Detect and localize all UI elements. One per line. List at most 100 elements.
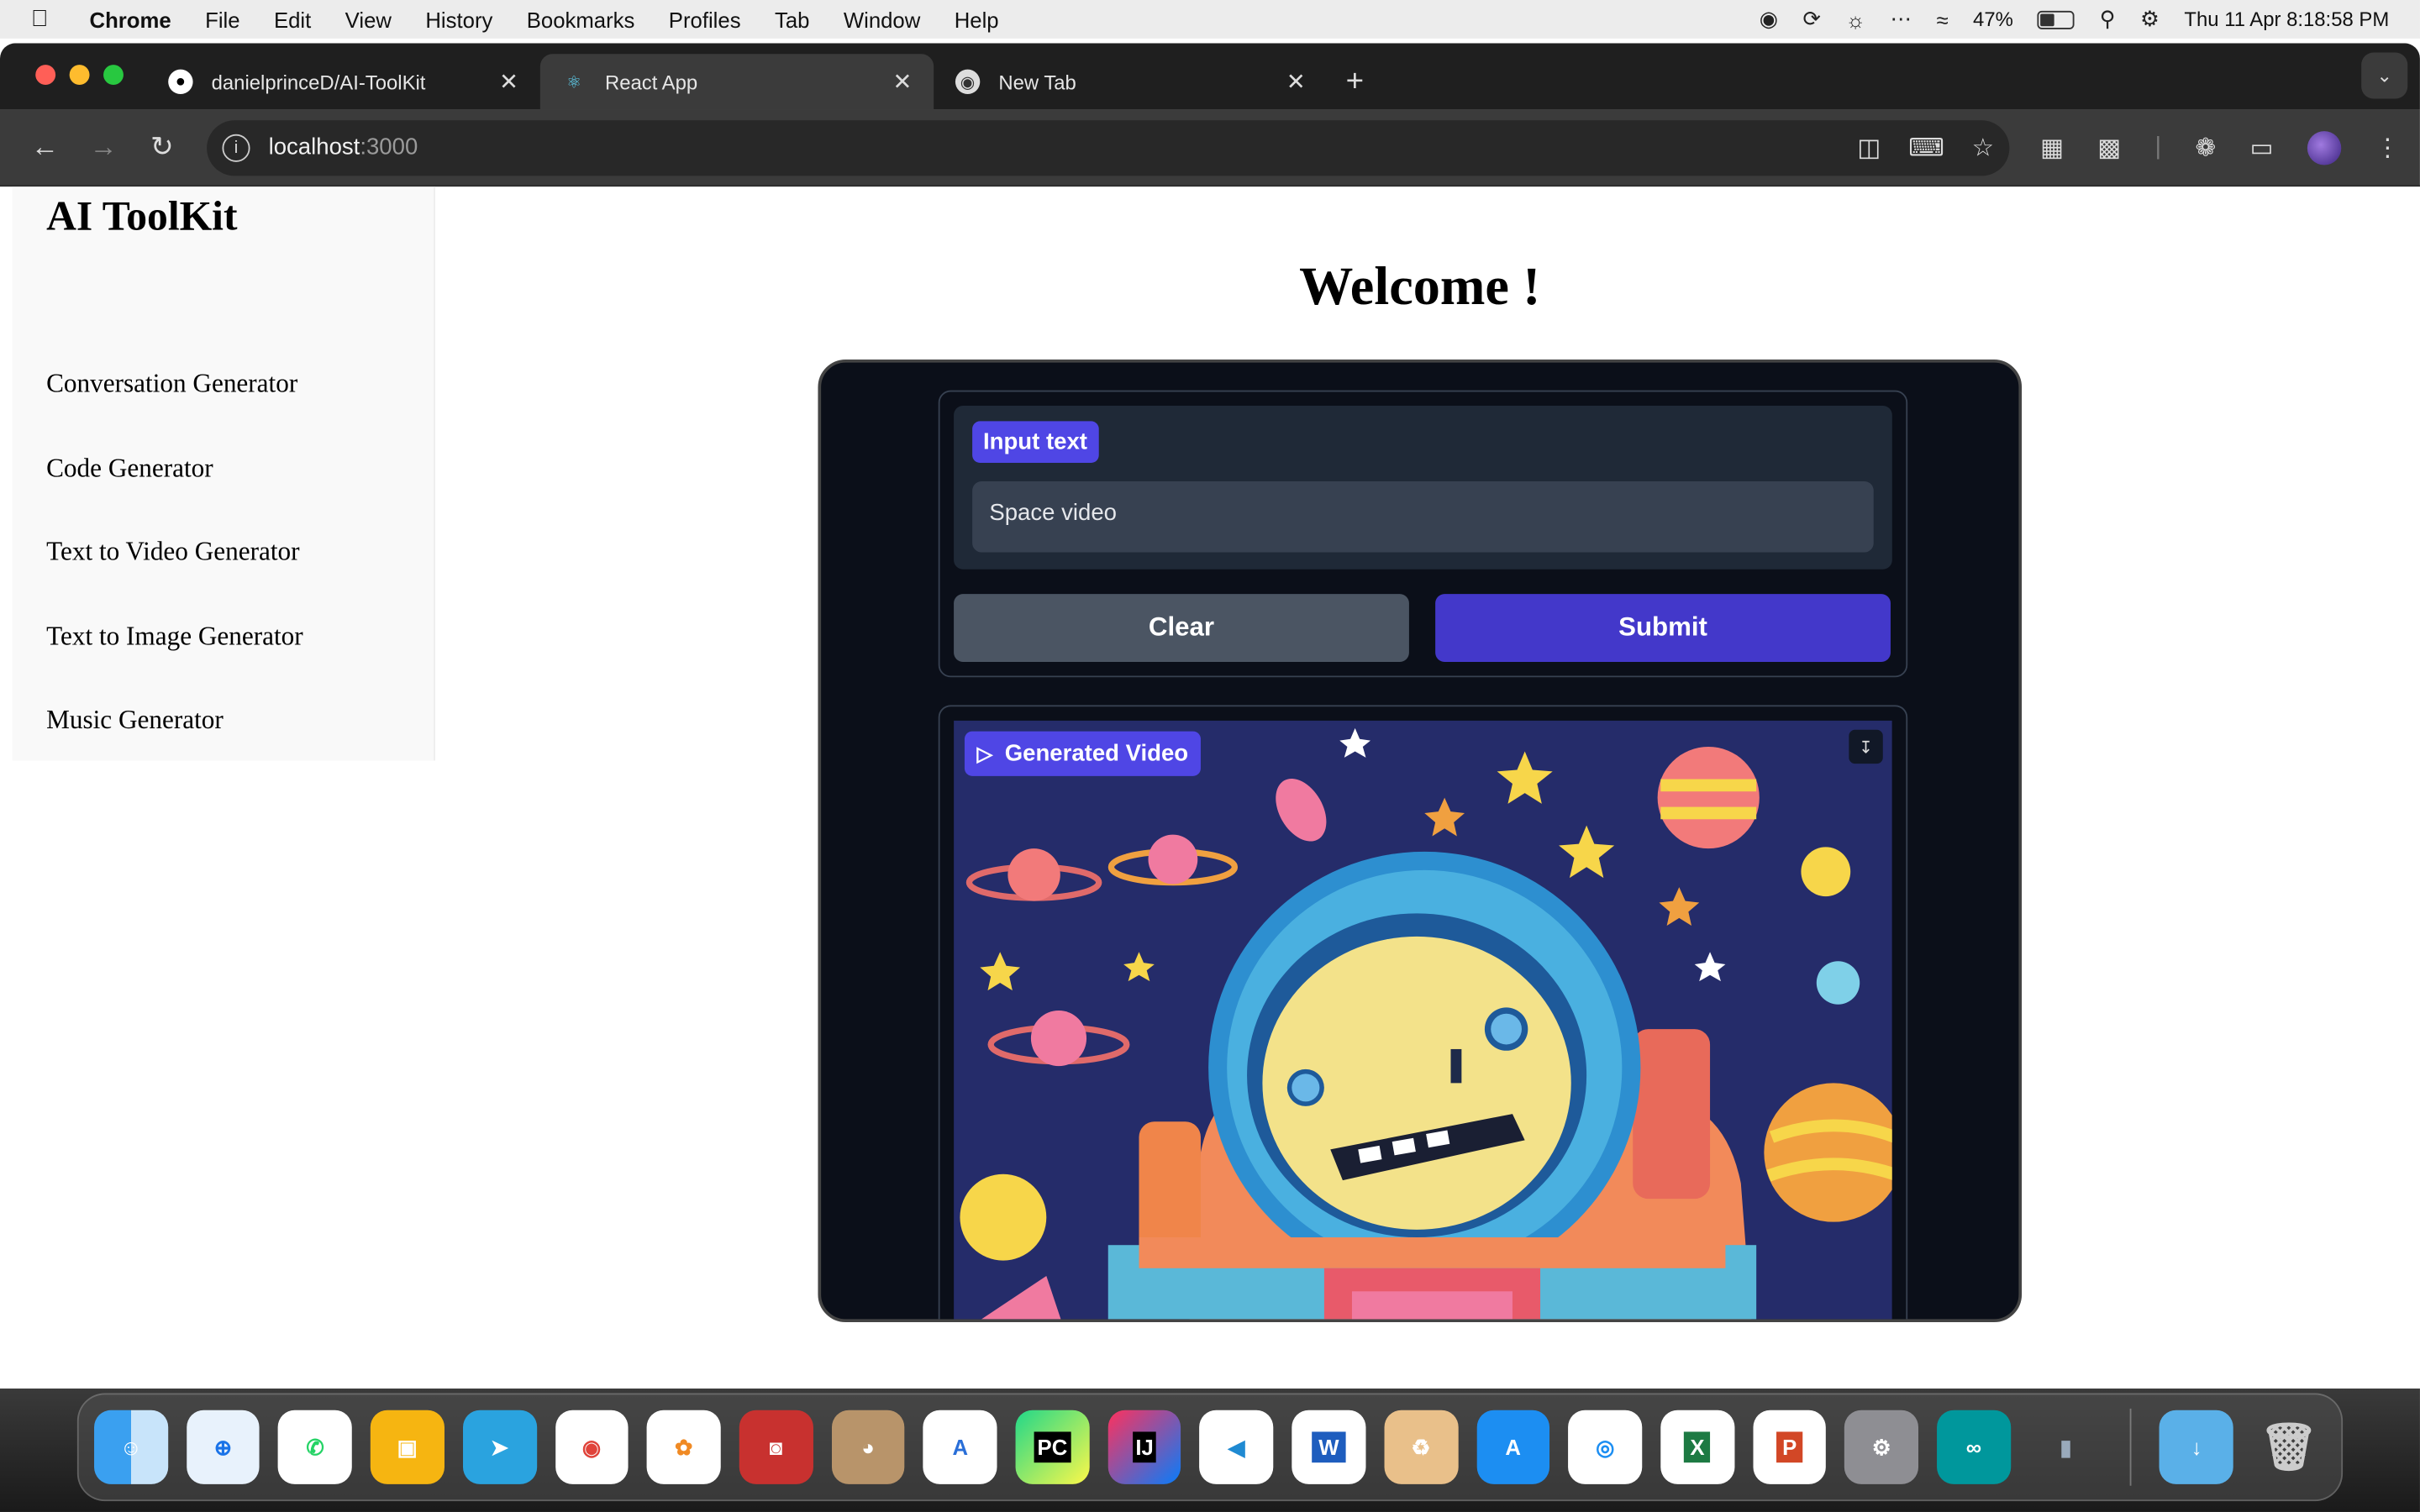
page-title: Welcome ! — [1299, 255, 1541, 317]
sidebar-item-conversation[interactable]: Conversation Generator — [46, 369, 297, 400]
clock[interactable]: Thu 11 Apr 8:18:58 PM — [2184, 8, 2389, 31]
toolbar-divider: | — [2154, 133, 2162, 160]
powerpoint-icon[interactable]: P — [1752, 1410, 1827, 1484]
vscode-icon[interactable]: ◀ — [1199, 1410, 1274, 1484]
word-icon[interactable]: W — [1292, 1410, 1366, 1484]
clear-button[interactable]: Clear — [954, 594, 1409, 662]
chrome-icon: ◉ — [955, 69, 981, 95]
menu-edit[interactable]: Edit — [274, 7, 311, 31]
profile-avatar[interactable] — [2307, 130, 2342, 165]
excel-icon[interactable]: X — [1660, 1410, 1734, 1484]
translate-icon[interactable]: ⌨ — [1908, 132, 1944, 163]
react-icon: ⚛ — [566, 73, 582, 92]
video-camera-icon: ▷ — [976, 741, 992, 765]
submit-button[interactable]: Submit — [1435, 594, 1891, 662]
instruments-icon[interactable]: A — [923, 1410, 997, 1484]
tab-title: React App — [604, 70, 698, 94]
system-settings-icon[interactable]: ⚙ — [1844, 1410, 1919, 1484]
safari-icon[interactable]: ⊕ — [186, 1410, 260, 1484]
close-tab-icon[interactable]: ✕ — [499, 68, 518, 96]
generated-video[interactable]: ▷ Generated Video ↧ — [954, 720, 1892, 1320]
menu-tab[interactable]: Tab — [775, 7, 809, 31]
sync-icon[interactable]: ⟳ — [1803, 6, 1822, 32]
prompt-textarea[interactable] — [972, 481, 1874, 553]
menu-window[interactable]: Window — [844, 7, 920, 31]
tab-search-chevron-icon[interactable]: ⌄ — [2361, 52, 2408, 99]
airdrop-icon[interactable]: ◎ — [1568, 1410, 1643, 1484]
extensions-area: ▦ ▩ | ❁ ▭ ⋮ — [2040, 130, 2400, 165]
url-host: localhost — [268, 134, 360, 161]
battery-percent: 47% — [1973, 8, 2013, 31]
trash-icon[interactable]: 🗑 — [2252, 1410, 2326, 1484]
install-app-icon[interactable]: ◫ — [1857, 132, 1881, 163]
contacts-icon[interactable]: ◕ — [831, 1410, 905, 1484]
site-info-icon[interactable]: i — [222, 133, 250, 161]
zoom-window-button[interactable] — [103, 65, 124, 86]
puzzle-extensions-icon[interactable]: ▩ — [2097, 132, 2121, 163]
menu-app-chrome[interactable]: Chrome — [90, 7, 171, 31]
chrome-icon[interactable]: ◉ — [555, 1410, 629, 1484]
input-field-box: Input text — [954, 406, 1892, 570]
whatsapp-icon[interactable]: ✆ — [278, 1410, 352, 1484]
menu-bookmarks[interactable]: Bookmarks — [527, 7, 635, 31]
extension-leaf-icon[interactable]: ❁ — [2196, 132, 2217, 163]
download-icon[interactable]: ↧ — [1849, 729, 1883, 764]
telegram-icon[interactable]: ➤ — [462, 1410, 537, 1484]
input-panel: Input text Clear Submit — [938, 390, 1908, 678]
tab-new-tab[interactable]: ◉ New Tab ✕ — [934, 54, 1327, 109]
audio-meter-icon[interactable]: ▮ — [2029, 1410, 2103, 1484]
minimize-window-button[interactable] — [69, 65, 90, 86]
activity-icon[interactable]: ⋯ — [1890, 6, 1912, 32]
sidebar-item-text-to-video[interactable]: Text to Video Generator — [46, 537, 299, 568]
tab-github[interactable]: ● danielprinceD/AI-ToolKit ✕ — [146, 54, 539, 109]
back-arrow-icon[interactable]: ← — [15, 131, 74, 164]
control-center-icon[interactable]: ⚙ — [2140, 6, 2160, 32]
menu-profiles[interactable]: Profiles — [669, 7, 741, 31]
pycharm-icon[interactable]: PC — [1015, 1410, 1090, 1484]
intellij-icon[interactable]: IJ — [1107, 1410, 1181, 1484]
screen:  Chrome File Edit View History Bookmark… — [0, 0, 2420, 1512]
sidebar-item-music[interactable]: Music Generator — [46, 705, 224, 736]
macos-dock: ☺ ⊕ ✆ ▣ ➤ ◉ ✿ ◙ ◕ A PC IJ ◀ W ♻ A ◎ X P ⚙ ∞ ▮ ↓ 🗑 — [76, 1393, 2344, 1502]
forward-arrow-icon[interactable]: → — [74, 131, 133, 164]
photos-icon[interactable]: ✿ — [646, 1410, 721, 1484]
classroom-icon[interactable]: ▣ — [371, 1410, 445, 1484]
spotlight-search-icon[interactable]: ⚲ — [2100, 6, 2116, 32]
photo-booth-icon[interactable]: ◙ — [739, 1410, 813, 1484]
macos-menubar:  Chrome File Edit View History Bookmark… — [0, 0, 2420, 39]
reload-icon[interactable]: ↻ — [133, 131, 192, 164]
menu-view[interactable]: View — [345, 7, 392, 31]
close-window-button[interactable] — [35, 65, 56, 86]
tab-react-app[interactable]: ⚛ React App ✕ — [539, 54, 934, 110]
cast-icon[interactable]: ▭ — [2250, 132, 2274, 163]
more-menu-icon[interactable]: ⋮ — [2375, 132, 2400, 163]
web-page: AI ToolKit Conversation Generator Code G… — [0, 186, 2420, 1389]
window-controls — [35, 65, 124, 86]
recycle-icon[interactable]: ♻ — [1384, 1410, 1458, 1484]
new-tab-button[interactable]: + — [1346, 54, 1364, 109]
input-label: Input text — [972, 421, 1098, 464]
onepassword-icon[interactable]: ◉ — [1760, 6, 1778, 32]
close-tab-icon[interactable]: ✕ — [1286, 68, 1306, 96]
url-port: :3000 — [360, 134, 418, 161]
finder-icon[interactable]: ☺ — [94, 1410, 168, 1484]
menu-help[interactable]: Help — [955, 7, 999, 31]
github-icon: ● — [168, 69, 193, 95]
arduino-icon[interactable]: ∞ — [1937, 1410, 2011, 1484]
address-bar[interactable]: i localhost:3000 ◫ ⌨ ☆ — [207, 119, 2010, 176]
chrome-window: ● danielprinceD/AI-ToolKit ✕ ⚛ React App… — [0, 43, 2420, 1389]
extension-icon[interactable]: ▦ — [2040, 132, 2064, 163]
sidebar-item-code[interactable]: Code Generator — [46, 454, 213, 485]
tab-strip: ● danielprinceD/AI-ToolKit ✕ ⚛ React App… — [0, 43, 2420, 110]
brightness-icon[interactable]: ☼ — [1845, 7, 1865, 31]
sidebar-item-text-to-image[interactable]: Text to Image Generator — [46, 622, 303, 653]
app-store-icon[interactable]: A — [1476, 1410, 1550, 1484]
downloads-folder-icon[interactable]: ↓ — [2160, 1410, 2234, 1484]
close-tab-icon[interactable]: ✕ — [892, 68, 912, 96]
wifi-icon[interactable]: ≈ — [1937, 7, 1949, 31]
bookmark-star-icon[interactable]: ☆ — [1972, 132, 1994, 163]
menu-history[interactable]: History — [425, 7, 492, 31]
menu-file[interactable]: File — [205, 7, 239, 31]
apple-menu-icon[interactable]:  — [31, 6, 65, 32]
battery-icon[interactable] — [2038, 9, 2075, 29]
